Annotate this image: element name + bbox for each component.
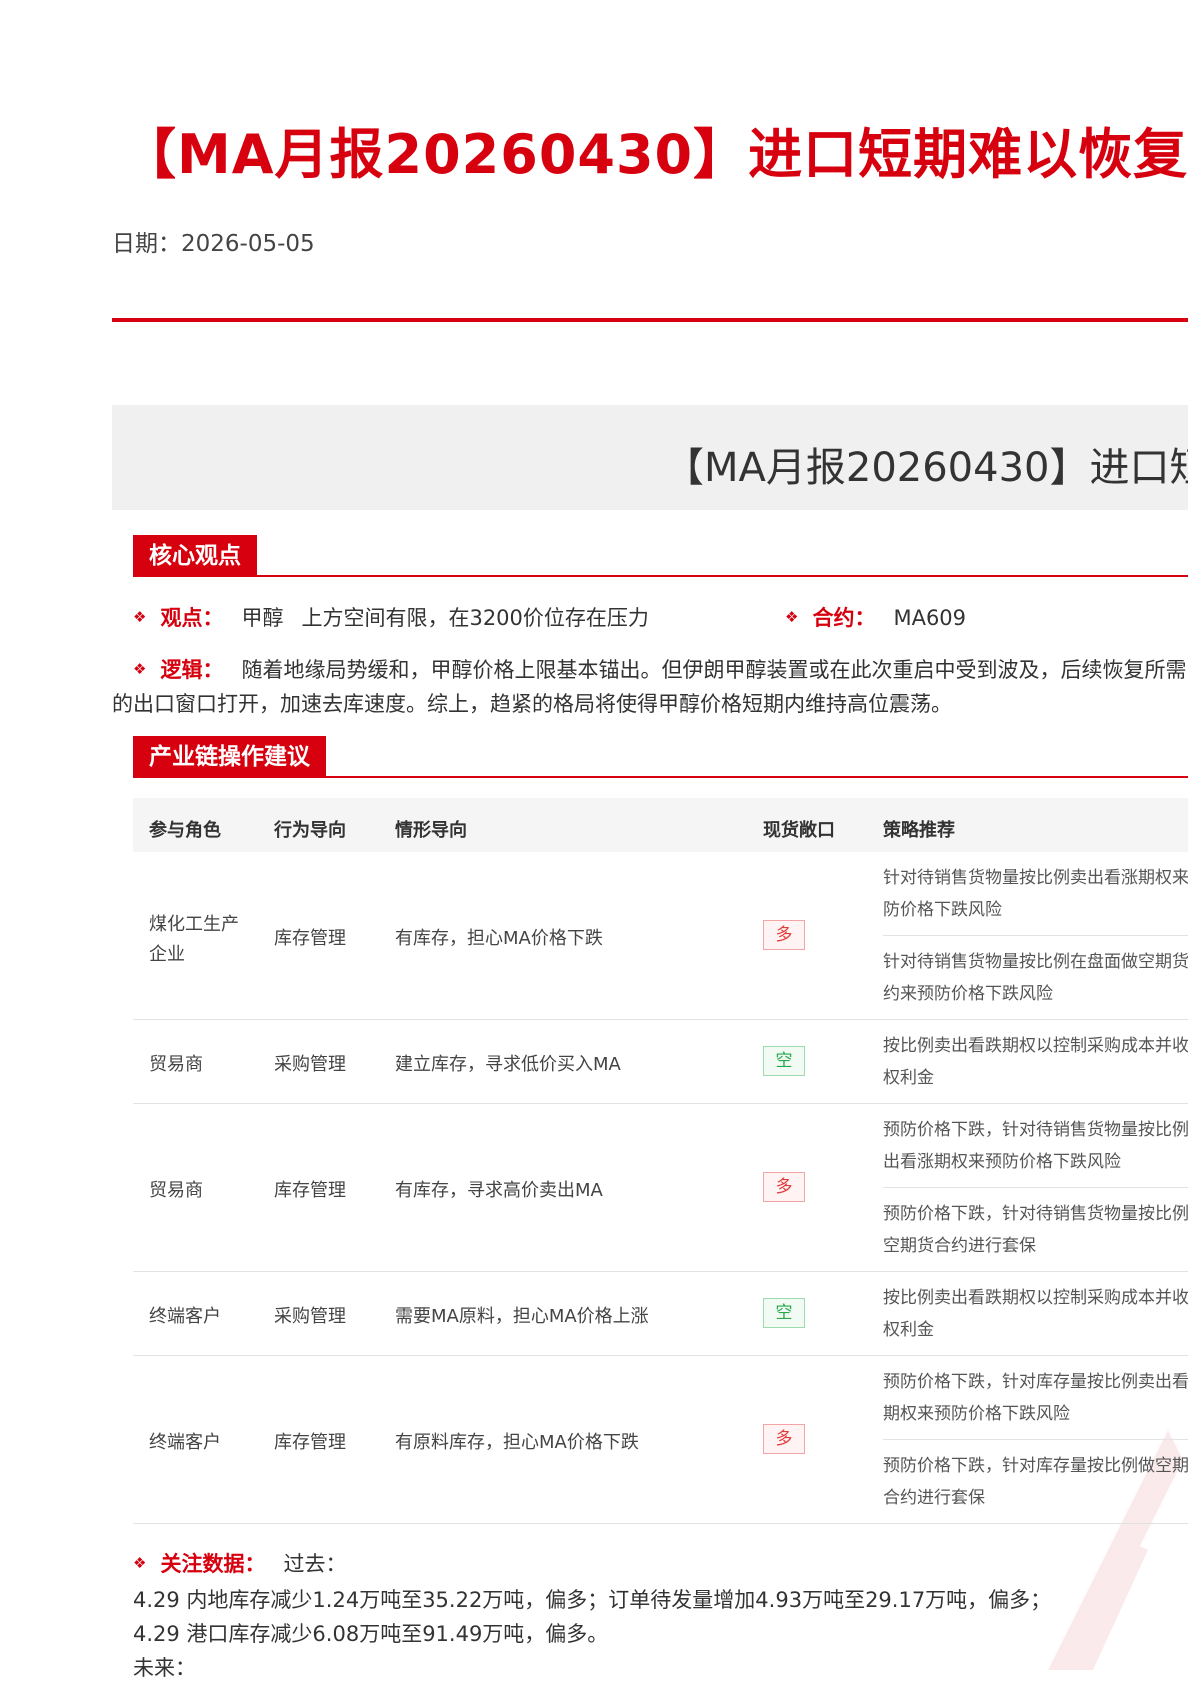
strategy-cell: 按比例卖出看跌期权以控制采购成本并收取权利金 [883,1272,1188,1355]
table-header-row: 参与角色 行为导向 情形导向 现货敞口 策略推荐 [133,798,1188,852]
section-header-core: 核心观点 [133,535,1188,577]
col-header-strategy: 策略推荐 [883,820,955,841]
cell-role: 贸易商 [149,1180,203,1201]
strategy-text: 针对待销售货物量按比例在盘面做空期货合约来预防价格下跌风险 [883,952,1188,1004]
view-product: 甲醇 [241,606,284,630]
strategy-text: 预防价格下跌，针对待销售货物量按比例卖出看涨期权来预防价格下跌风险 [883,1120,1188,1172]
logic-key: 逻辑： [160,658,224,682]
strategy-text: 按比例卖出看跌期权以控制采购成本并收取权利金 [883,1288,1188,1340]
table-row: 终端客户 采购管理 需要MA原料，担心MA价格上涨 空 按比例卖出看跌期权以控制… [133,1272,1188,1356]
logic-line-1: 随着地缘局势缓和，甲醇价格上限基本锚出。但伊朗甲醇装置或在此次重启中受到波及，后… [241,658,1187,682]
view-text: 上方空间有限，在3200价位存在压力 [301,606,649,630]
view-key: 观点： [160,606,224,630]
focus-line-2: 4.29 港口库存减少6.08万吨至91.49万吨，偏多。 [133,1622,609,1646]
report-banner: 【MA月报20260430】进口短 [112,405,1188,510]
diamond-bullet-icon: ❖ [133,608,147,626]
date-value: 2026-05-05 [181,231,315,257]
cell-situation: 需要MA原料，担心MA价格上涨 [395,1306,649,1327]
table-row: 贸易商 采购管理 建立库存，寻求低价买入MA 空 按比例卖出看跌期权以控制采购成… [133,1020,1188,1104]
strategy-cell: 针对待销售货物量按比例卖出看涨期权来预防价格下跌风险 [883,852,1188,936]
strategy-text: 预防价格下跌，针对库存量按比例卖出看涨期权来预防价格下跌风险 [883,1372,1188,1424]
col-header-behavior: 行为导向 [274,820,346,841]
section-rule [133,776,1188,778]
col-header-situation: 情形导向 [395,820,467,841]
contract-row: ❖ 合约： MA609 [785,602,966,632]
cell-role: 煤化工生产 企业 [149,910,239,970]
table-row: 终端客户 库存管理 有原料库存，担心MA价格下跌 多 预防价格下跌，针对库存量按… [133,1356,1188,1524]
cell-situation: 有库存，寻求高价卖出MA [395,1180,603,1201]
cell-role: 贸易商 [149,1054,203,1075]
spot-badge-short: 空 [763,1298,805,1328]
strategy-cell: 预防价格下跌，针对待销售货物量按比例卖出看涨期权来预防价格下跌风险 [883,1104,1188,1188]
cell-situation: 有库存，担心MA价格下跌 [395,928,603,949]
cell-situation: 有原料库存，担心MA价格下跌 [395,1432,639,1453]
diamond-bullet-icon: ❖ [133,660,147,678]
cell-behavior: 库存管理 [274,1180,346,1201]
page-title: 【MA月报20260430】进口短期难以恢复， [122,123,1188,186]
strategy-cell: 针对待销售货物量按比例在盘面做空期货合约来预防价格下跌风险 [883,936,1188,1019]
col-header-spot: 现货敞口 [763,820,835,841]
section-header-ops: 产业链操作建议 [133,736,1188,778]
cell-role: 终端客户 [149,1432,221,1453]
contract-key: 合约： [812,606,876,630]
banner-title: 【MA月报20260430】进口短 [664,445,1188,491]
title-divider [112,318,1188,322]
diamond-bullet-icon: ❖ [785,608,799,626]
cell-role-line: 煤化工生产 [149,914,239,935]
strategy-text: 预防价格下跌，针对库存量按比例做空期货合约进行套保 [883,1456,1188,1508]
strategy-cell: 预防价格下跌，针对待销售货物量按比例做空期货合约进行套保 [883,1188,1188,1271]
table-row: 煤化工生产 企业 库存管理 有库存，担心MA价格下跌 多 针对待销售货物量按比例… [133,852,1188,1020]
logic-row: ❖ 逻辑： 随着地缘局势缓和，甲醇价格上限基本锚出。但伊朗甲醇装置或在此次重启中受到… [133,654,1186,684]
focus-past-label: 过去： [283,1552,347,1576]
cell-role-line: 企业 [149,944,185,965]
spot-badge-long: 多 [763,920,805,950]
publish-date: 日期：2026-05-05 [112,224,315,258]
focus-line-1: 4.29 内地库存减少1.24万吨至35.22万吨，偏多；订单待发量增加4.93… [133,1588,1052,1612]
spot-badge-long: 多 [763,1424,805,1454]
cell-behavior: 库存管理 [274,1432,346,1453]
logic-line-2: 的出口窗口打开，加速去库速度。综上，趋紧的格局将使得甲醇价格短期内维持高位震荡。 [112,692,952,716]
cell-situation: 建立库存，寻求低价买入MA [395,1054,621,1075]
strategy-text: 针对待销售货物量按比例卖出看涨期权来预防价格下跌风险 [883,868,1188,920]
date-label: 日期： [112,231,181,257]
strategy-text: 按比例卖出看跌期权以控制采购成本并收取权利金 [883,1036,1188,1088]
spot-badge-short: 空 [763,1046,805,1076]
cell-role: 终端客户 [149,1306,221,1327]
section-label-ops: 产业链操作建议 [133,736,326,778]
focus-future-label: 未来： [133,1656,196,1680]
cell-behavior: 采购管理 [274,1054,346,1075]
section-rule [133,575,1188,577]
diamond-bullet-icon: ❖ [133,1554,147,1572]
contract-value: MA609 [893,606,967,630]
view-row: ❖ 观点： 甲醇 上方空间有限，在3200价位存在压力 [133,602,649,632]
table-row: 贸易商 库存管理 有库存，寻求高价卖出MA 多 预防价格下跌，针对待销售货物量按… [133,1104,1188,1272]
section-label-core: 核心观点 [133,535,257,577]
focus-key: 关注数据： [160,1552,266,1576]
col-header-role: 参与角色 [149,820,221,841]
focus-header-row: ❖ 关注数据： 过去： [133,1548,346,1578]
strategy-text: 预防价格下跌，针对待销售货物量按比例做空期货合约进行套保 [883,1204,1188,1256]
strategy-cell: 预防价格下跌，针对库存量按比例卖出看涨期权来预防价格下跌风险 [883,1356,1188,1440]
strategy-cell: 按比例卖出看跌期权以控制采购成本并收取权利金 [883,1020,1188,1103]
cell-behavior: 库存管理 [274,928,346,949]
cell-behavior: 采购管理 [274,1306,346,1327]
spot-badge-long: 多 [763,1172,805,1202]
strategy-cell: 预防价格下跌，针对库存量按比例做空期货合约进行套保 [883,1440,1188,1523]
